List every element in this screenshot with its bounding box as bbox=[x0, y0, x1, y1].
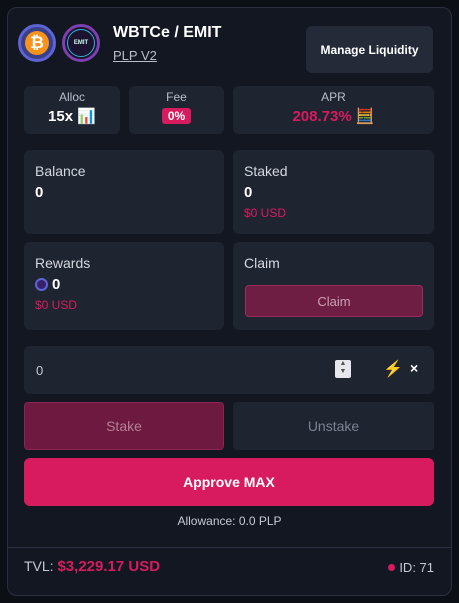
chart-icon: 📊 bbox=[77, 108, 96, 125]
footer-divider bbox=[8, 547, 451, 548]
clear-close-icon[interactable]: × bbox=[410, 360, 418, 376]
rewards-value: 0 bbox=[52, 276, 61, 293]
emit-reward-icon bbox=[35, 278, 48, 291]
balance-value: 0 bbox=[35, 184, 44, 201]
wbtc-token-icon: ₿ bbox=[18, 24, 56, 62]
max-lightning-icon[interactable]: ⚡ bbox=[383, 359, 403, 379]
claim-panel: Claim Claim bbox=[233, 242, 434, 330]
farm-header: ₿ EMIT WBTCe / EMIT PLP V2 Manage Liquid… bbox=[18, 20, 433, 76]
amount-field: ▲▼ ⚡ × bbox=[24, 346, 434, 394]
stake-button[interactable]: Stake bbox=[24, 402, 224, 450]
rewards-usd: $0 USD bbox=[35, 298, 78, 312]
alloc-stat: Alloc 15x 📊 bbox=[24, 86, 120, 134]
tvl-value: $3,229.17 USD bbox=[57, 558, 161, 575]
pool-id: ID: 71 bbox=[388, 560, 434, 575]
status-dot-icon bbox=[388, 564, 396, 571]
balance-panel: Balance 0 bbox=[24, 150, 224, 234]
staked-panel: Staked 0 $0 USD bbox=[233, 150, 434, 234]
amount-input[interactable] bbox=[34, 359, 338, 381]
tvl: TVL: $3,229.17 USD bbox=[24, 558, 161, 575]
unstake-button[interactable]: Unstake bbox=[233, 402, 434, 450]
staked-value: 0 bbox=[244, 184, 253, 201]
amount-spinner[interactable]: ▲ ▼ bbox=[335, 360, 351, 378]
emit-token-icon: EMIT bbox=[62, 24, 100, 62]
fee-badge: 0% bbox=[161, 108, 192, 124]
manage-liquidity-button[interactable]: Manage Liquidity bbox=[306, 26, 433, 73]
claim-button[interactable]: Claim bbox=[245, 285, 423, 317]
fee-stat: Fee 0% bbox=[129, 86, 224, 134]
approve-max-button[interactable]: Approve MAX bbox=[24, 458, 434, 506]
pair-title: WBTCe / EMIT bbox=[113, 24, 222, 41]
apr-stat: APR 208.73% 🧮 bbox=[233, 86, 434, 134]
allowance-text: Allowance: 0.0 PLP bbox=[177, 514, 282, 528]
staked-usd: $0 USD bbox=[244, 206, 287, 220]
version-link[interactable]: PLP V2 bbox=[113, 48, 157, 63]
rewards-panel: Rewards 0 $0 USD bbox=[24, 242, 224, 330]
calculator-icon[interactable]: 🧮 bbox=[356, 108, 375, 125]
